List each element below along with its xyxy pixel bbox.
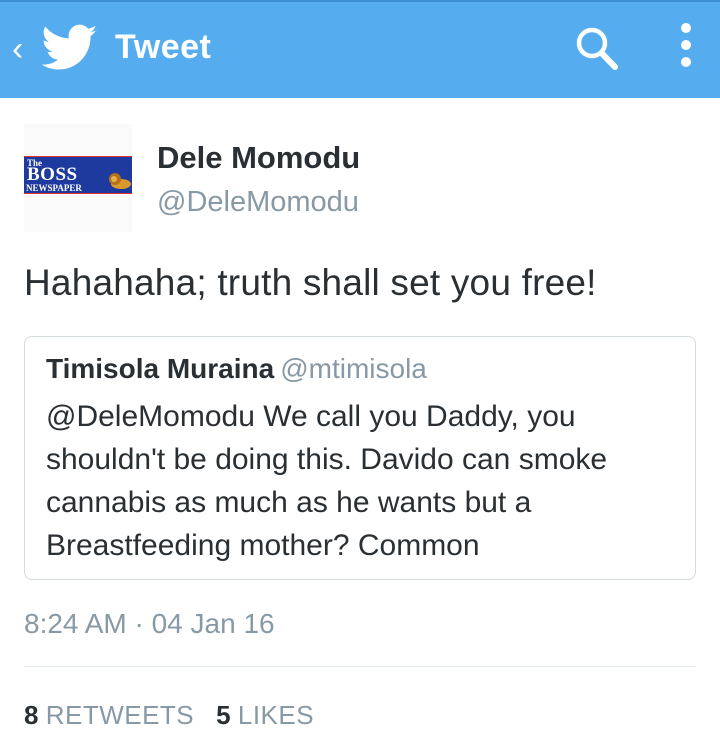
quoted-tweet-text: @DeleMomodu We call you Daddy, you shoul… [46,400,608,562]
quoted-author-handle: @mtimisola [280,353,427,384]
boss-newspaper-logo: The BOSS NEWSPAPER [24,156,132,194]
back-icon[interactable]: ‹ [12,32,23,66]
quoted-tweet-header: Timisola Muraina @mtimisola [46,353,427,385]
divider [24,666,696,667]
overflow-menu-icon[interactable] [676,22,696,72]
search-icon[interactable] [574,24,620,72]
author-name[interactable]: Dele Momodu [157,140,360,176]
retweets-count: 8 [24,700,39,730]
likes-label: LIKES [237,700,315,730]
tweet-timestamp: 8:24 AM · 04 Jan 16 [24,608,275,639]
twitter-bird-icon[interactable] [42,24,98,72]
author-handle[interactable]: @DeleMomodu [157,186,359,219]
retweets-label: RETWEETS [45,700,195,730]
tweet-text: Hahahaha; truth shall set you free! [24,262,597,303]
quoted-tweet-card[interactable]: Timisola Muraina @mtimisola @DeleMomodu W… [24,336,696,580]
quoted-author-name: Timisola Muraina [46,353,275,384]
likes-stat[interactable]: 5 LIKES [216,700,314,730]
likes-count: 5 [216,700,231,730]
logo-line-newspaper: NEWSPAPER [26,183,82,193]
tweet-stats: 8 RETWEETS 5 LIKES [24,700,314,731]
lion-icon [109,173,131,189]
avatar[interactable]: The BOSS NEWSPAPER [24,124,132,232]
page-title: Tweet [115,28,212,66]
app-bar: ‹ Tweet [0,0,720,98]
retweets-stat[interactable]: 8 RETWEETS [24,700,194,730]
